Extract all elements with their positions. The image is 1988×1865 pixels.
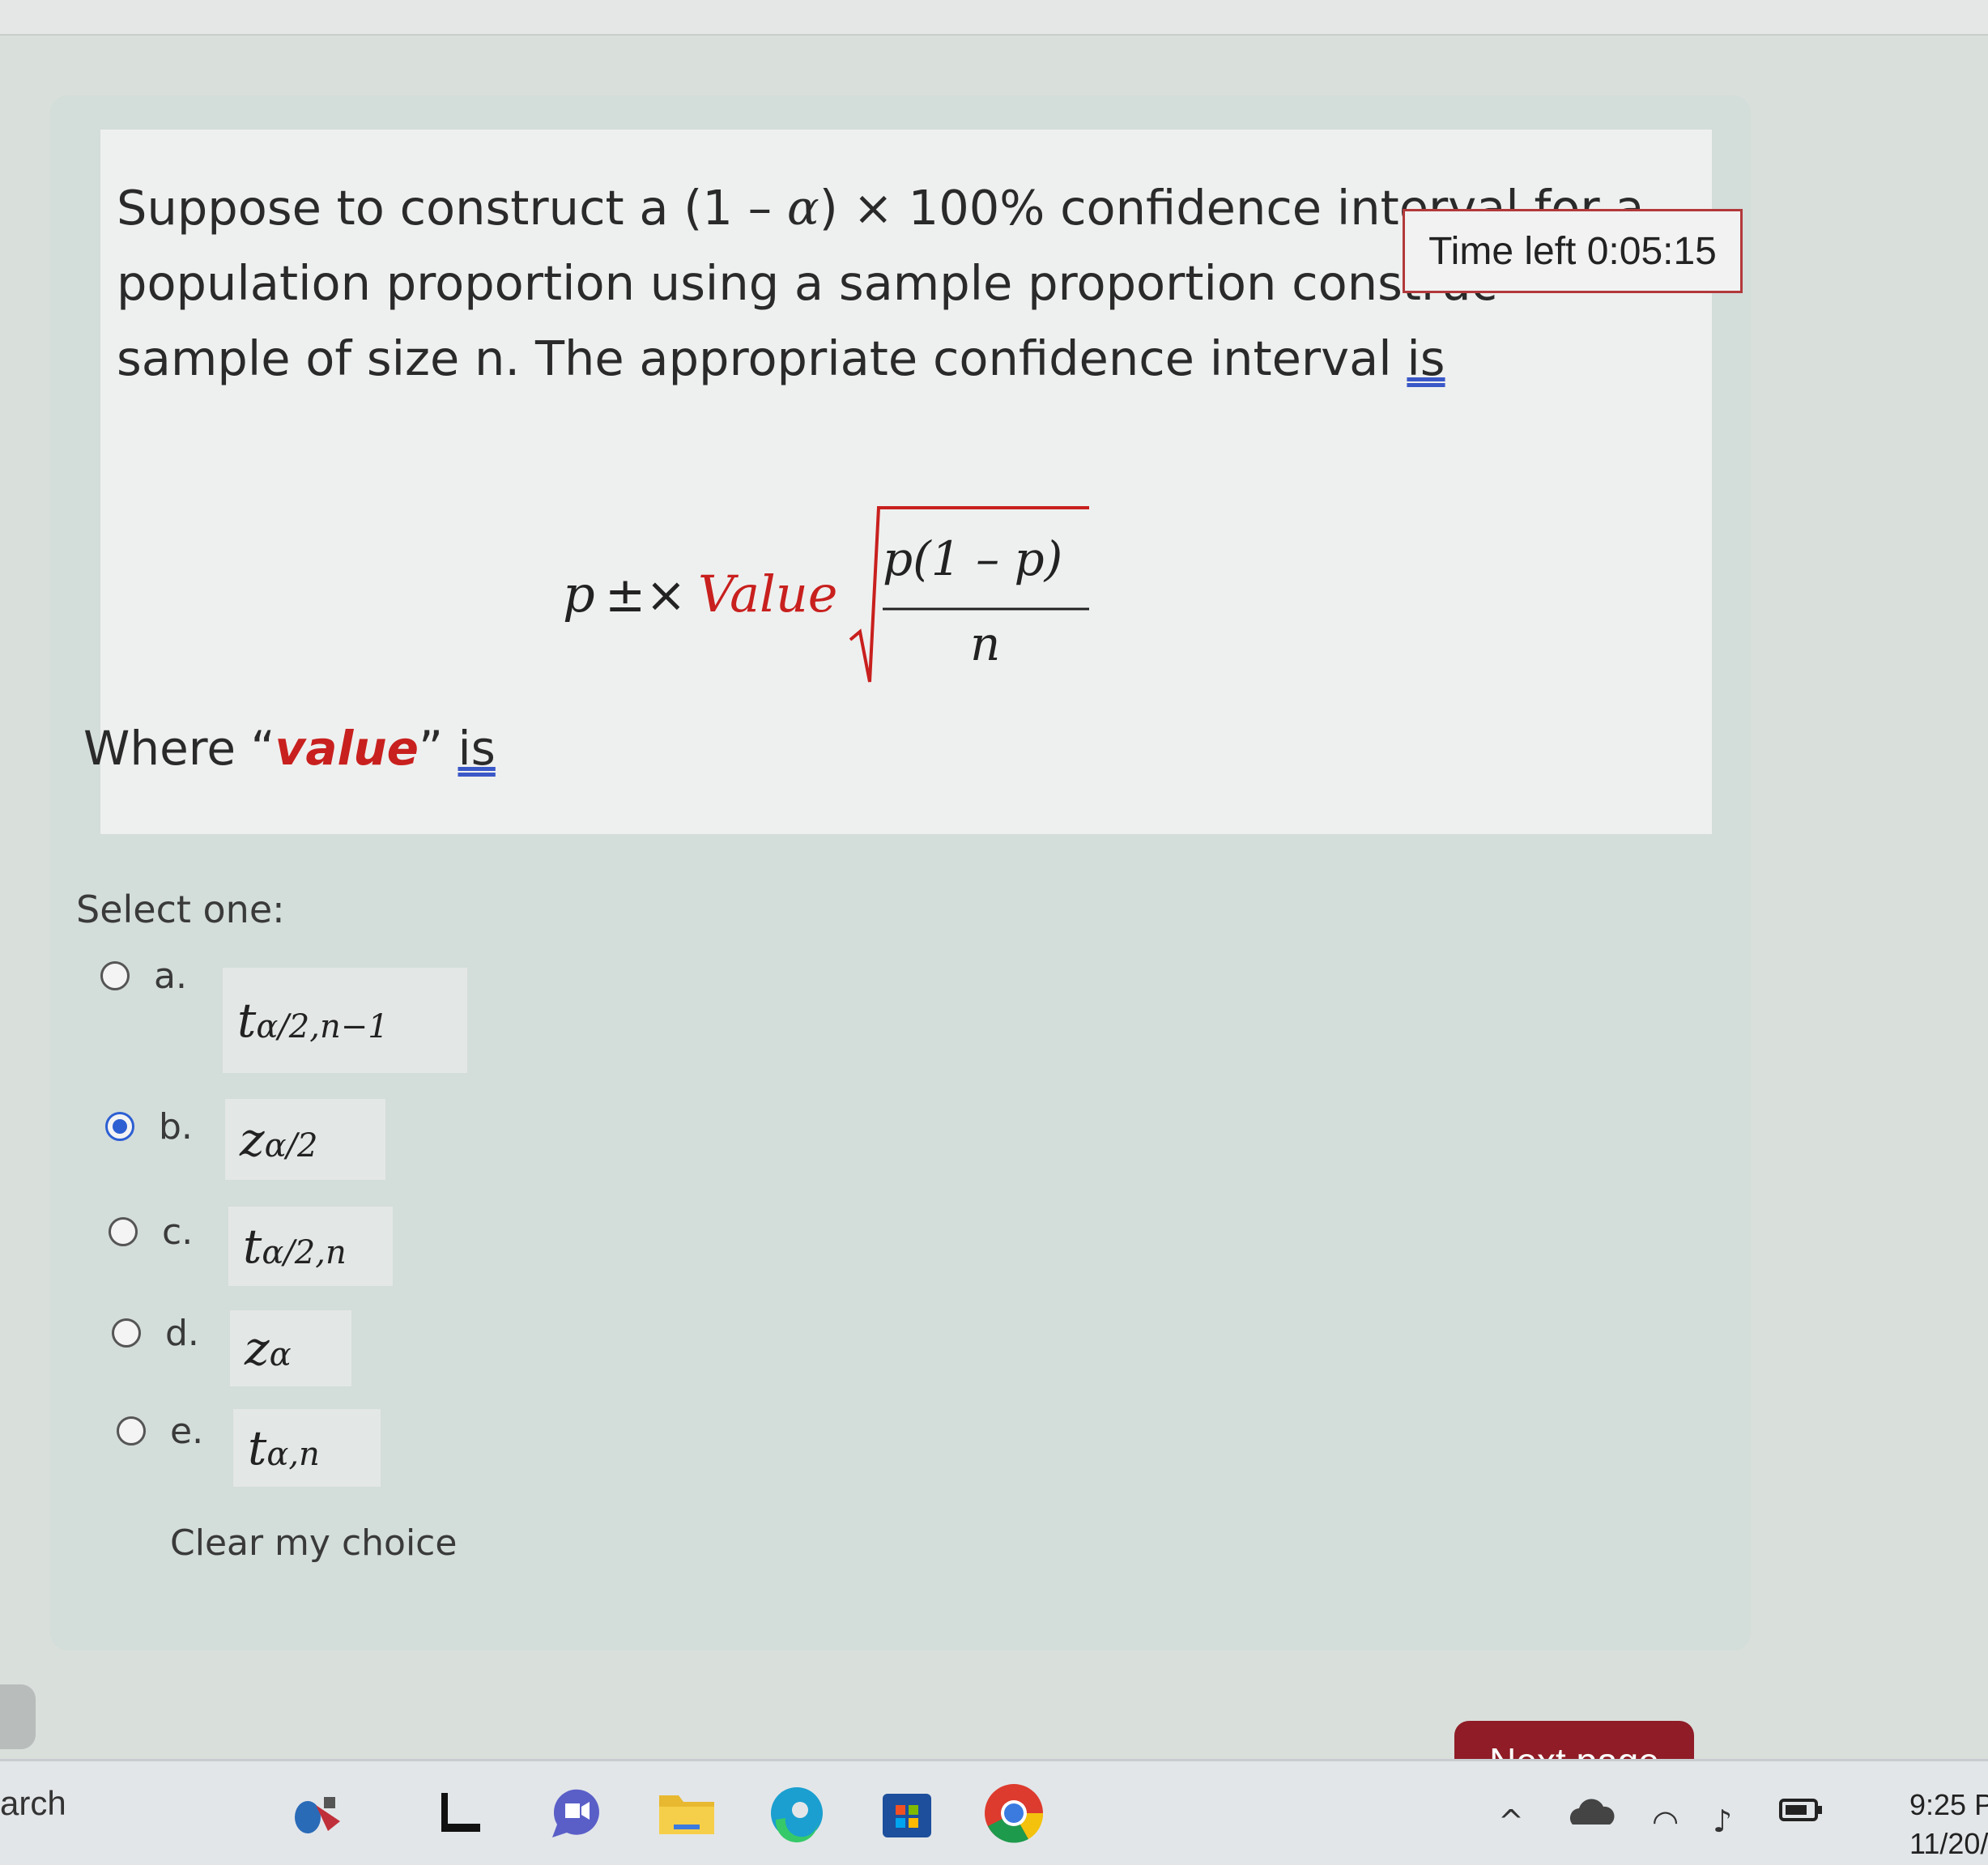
option-a-answer[interactable]: t α/2,n−1 (223, 968, 467, 1073)
battery-icon[interactable] (1777, 1794, 1826, 1826)
edge-icon[interactable] (764, 1781, 829, 1846)
where-value-text: Where “value” is (83, 721, 496, 776)
formula-denominator: n (970, 616, 1000, 671)
value-keyword: value (275, 721, 419, 776)
confidence-interval-formula: p ±× Value p(1 – p) n (563, 506, 1089, 683)
formula-p: p (563, 564, 595, 624)
option-e-answer[interactable]: t α,n (233, 1409, 381, 1487)
chevron-up-icon[interactable]: ^ (1498, 1803, 1524, 1839)
top-page-area (0, 0, 1988, 34)
side-drawer-tab[interactable] (0, 1684, 36, 1749)
is-word: is (1407, 330, 1445, 386)
onedrive-icon[interactable] (1563, 1789, 1620, 1837)
formula-plus-minus: ±× (605, 567, 687, 624)
clock-time: 9:25 P (1909, 1788, 1988, 1821)
option-d-radio[interactable] (112, 1318, 141, 1348)
divider (0, 34, 1988, 36)
question-line-3: sample of size n. The appropriate confid… (117, 330, 1445, 386)
widgets-icon[interactable] (283, 1781, 348, 1846)
select-one-label: Select one: (76, 888, 285, 931)
file-explorer-icon[interactable] (654, 1781, 719, 1846)
formula-value: Value (698, 564, 838, 624)
taskbar-clock[interactable]: 9:25 P 11/20/20 (1909, 1786, 1988, 1863)
clear-choice-link[interactable]: Clear my choice (170, 1522, 457, 1564)
clock-date: 11/20/20 (1909, 1827, 1988, 1860)
option-a-radio[interactable] (100, 961, 130, 990)
option-b-radio[interactable] (105, 1112, 134, 1141)
formula-numerator: p(1 – p) (883, 531, 1062, 586)
teams-chat-icon[interactable] (544, 1781, 609, 1846)
option-c-answer[interactable]: t α/2,n (228, 1207, 393, 1286)
option-a-letter: a. (154, 956, 187, 997)
task-view-icon[interactable] (429, 1781, 494, 1846)
wifi-icon[interactable]: ◠ (1652, 1803, 1679, 1839)
option-d-letter: d. (165, 1313, 199, 1354)
volume-icon[interactable]: ♪ (1713, 1803, 1732, 1839)
taskbar: arch ^ ◠ ♪ 9:25 P 11/20/ (0, 1759, 1988, 1865)
option-c-letter: c. (162, 1211, 194, 1253)
option-b-letter: b. (159, 1106, 193, 1148)
option-c-radio[interactable] (109, 1217, 138, 1246)
option-e-radio[interactable] (117, 1416, 146, 1446)
taskbar-search-box[interactable]: arch (0, 1784, 66, 1823)
option-b-answer[interactable]: z α/2 (225, 1099, 385, 1180)
option-e-letter: e. (170, 1411, 204, 1452)
option-d-answer[interactable]: zα (230, 1310, 351, 1386)
store-icon[interactable] (875, 1781, 939, 1846)
chrome-icon[interactable] (981, 1781, 1046, 1846)
time-left-indicator: Time left 0:05:15 (1403, 209, 1743, 293)
